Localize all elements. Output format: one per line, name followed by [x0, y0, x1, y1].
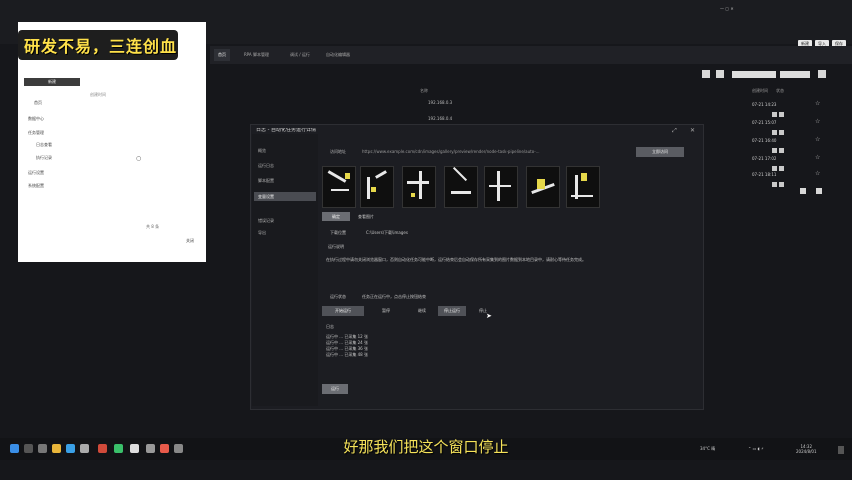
- pin-icon[interactable]: ⤢: [672, 128, 677, 133]
- confirm-button[interactable]: 确定: [322, 212, 350, 221]
- video-subtitle: 好那我们把这个窗口停止: [343, 438, 509, 456]
- grid-view-icon[interactable]: [702, 70, 710, 78]
- list-item[interactable]: 192.168.0.4: [428, 116, 452, 121]
- image-thumbnail[interactable]: [526, 166, 560, 208]
- tab-debug[interactable]: 调试 / 运行: [286, 49, 314, 61]
- tab-strip: 首页 RPA 脚本管理 调试 / 运行 自动化编辑器: [210, 46, 852, 64]
- system-clock[interactable]: 14:32 2024/8/01: [796, 444, 817, 454]
- list-view-icon[interactable]: [716, 70, 724, 78]
- tab-home[interactable]: 首页: [214, 49, 230, 61]
- panel-item[interactable]: 运行设置: [28, 170, 44, 176]
- panel-item[interactable]: 首页: [34, 100, 42, 106]
- dialog-side-item[interactable]: 运行日志: [258, 163, 274, 169]
- tab-script[interactable]: RPA 脚本管理: [240, 49, 273, 61]
- image-thumbnail[interactable]: [566, 166, 600, 208]
- row-actions[interactable]: [772, 120, 794, 135]
- dialog-sidebar: [252, 134, 318, 406]
- dialog-side-item[interactable]: 错误记录: [258, 218, 274, 224]
- status-label: 运行状态: [330, 294, 346, 299]
- view-images-button[interactable]: 查看图片: [358, 212, 374, 221]
- panel-new-button[interactable]: 新建: [24, 78, 80, 86]
- dialog-title: 日志 - 自动化任务运行详情: [256, 128, 316, 133]
- col-header-name: 名称: [420, 88, 428, 93]
- start-run-button[interactable]: 开始运行: [322, 306, 364, 316]
- panel-count: 共 8 条: [146, 224, 160, 229]
- panel-item[interactable]: 执行记录: [36, 155, 52, 161]
- url-field[interactable]: https://www.example.com/cdn/images/galle…: [362, 149, 624, 154]
- filter-button[interactable]: [732, 71, 776, 78]
- notification-icon[interactable]: [838, 446, 844, 454]
- run-button[interactable]: 运行: [322, 384, 348, 394]
- close-icon[interactable]: ✕: [690, 128, 695, 133]
- panel-item[interactable]: 系统配置: [28, 183, 44, 189]
- dialog-side-item[interactable]: 概览: [258, 148, 266, 154]
- panel-item[interactable]: 日志查看: [36, 142, 52, 148]
- stop-run-button[interactable]: 停止运行: [438, 306, 466, 316]
- pause-button[interactable]: 暂停: [368, 306, 404, 316]
- col-header-time: 创建时间: [752, 88, 768, 93]
- panel-item[interactable]: 任务管理: [28, 130, 44, 136]
- col-header-status: 状态: [776, 88, 784, 93]
- window-controls[interactable]: — ▢ ✕: [720, 6, 734, 11]
- resume-button[interactable]: 继续: [408, 306, 436, 316]
- image-thumbnail[interactable]: [444, 166, 478, 208]
- row-actions[interactable]: [772, 156, 794, 171]
- row-actions[interactable]: [772, 138, 794, 153]
- clock-date: 2024/8/01: [796, 449, 817, 454]
- image-thumbnail[interactable]: [402, 166, 436, 208]
- star-icon[interactable]: ☆: [815, 136, 820, 143]
- dialog-side-item[interactable]: 脚本配置: [258, 178, 274, 184]
- sort-button[interactable]: [780, 71, 810, 78]
- promo-banner-text: 研发不易，三连创血: [24, 37, 178, 56]
- log-line: 运行中 ... 已采集 48 张: [326, 352, 368, 357]
- panel-item[interactable]: 数据中心: [28, 116, 44, 122]
- prev-page-icon[interactable]: [800, 188, 806, 194]
- row-actions[interactable]: [772, 172, 794, 187]
- status-value: 任务正在运行中，点击停止按钮结束: [362, 294, 426, 299]
- panel-header: 创建时间: [90, 92, 106, 97]
- image-thumbnail[interactable]: [484, 166, 518, 208]
- star-icon[interactable]: ☆: [815, 154, 820, 161]
- star-icon[interactable]: ☆: [815, 118, 820, 125]
- image-thumbnail[interactable]: [360, 166, 394, 208]
- download-location-label: 下载位置: [330, 230, 346, 235]
- image-thumbnail[interactable]: [322, 166, 356, 208]
- tab-editor[interactable]: 自动化编辑器: [322, 49, 354, 61]
- dialog-side-item-active[interactable]: 变量设置: [254, 192, 316, 201]
- note-text: 在执行过程中请勿关闭浏览器窗口，否则自动化任务可能中断，运行结束后会自动保存所有…: [326, 257, 586, 262]
- panel-marker: ○: [136, 156, 142, 161]
- dialog-side-item[interactable]: 导出: [258, 230, 266, 236]
- url-label: 访问地址: [330, 149, 346, 154]
- row-actions[interactable]: [772, 102, 794, 117]
- tray-icons[interactable]: ⌃ ▭ ◖ ⚡: [748, 446, 764, 451]
- more-icon[interactable]: [818, 70, 826, 78]
- mouse-cursor-icon: ➤: [486, 312, 492, 320]
- star-icon[interactable]: ☆: [815, 100, 820, 107]
- note-label: 运行说明: [328, 244, 344, 249]
- weather-widget[interactable]: 34°C 晴: [700, 446, 715, 452]
- visit-button[interactable]: 立即访问: [636, 147, 684, 157]
- list-item[interactable]: 192.168.0.3: [428, 100, 452, 105]
- download-location-field[interactable]: C:\Users\下载\images: [366, 230, 408, 236]
- log-title: 日志: [326, 324, 334, 329]
- next-page-icon[interactable]: [816, 188, 822, 194]
- panel-close-button[interactable]: 关闭: [186, 238, 194, 243]
- star-icon[interactable]: ☆: [815, 170, 820, 177]
